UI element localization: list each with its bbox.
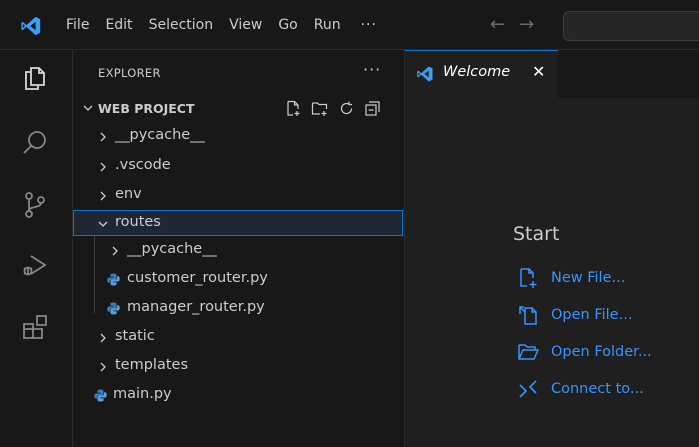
explorer-more-button[interactable]: ···	[363, 60, 381, 79]
forward-arrow-icon[interactable]: →	[519, 14, 534, 35]
tree-item-label: customer_router.py	[127, 270, 268, 286]
new-folder-icon[interactable]	[311, 100, 329, 117]
command-center-search[interactable]	[563, 11, 699, 41]
navigation-arrows: ← →	[490, 14, 534, 35]
remote-connect-icon	[519, 380, 537, 398]
tab-welcome[interactable]: Welcome ✕	[405, 50, 558, 98]
source-control-icon[interactable]	[20, 190, 50, 220]
chevron-down-icon	[98, 221, 108, 227]
tree-item-label: __pycache__	[127, 241, 217, 257]
menu-file[interactable]: File	[66, 17, 89, 33]
open-folder-link[interactable]: Open Folder...	[517, 339, 652, 365]
editor-tab-bar: Welcome ✕	[405, 50, 699, 98]
section-actions	[285, 100, 381, 117]
tree-file-main[interactable]: main.py	[73, 383, 403, 409]
title-bar: File Edit Selection View Go Run ··· ← →	[0, 0, 699, 50]
tree-folder-routes-pycache[interactable]: __pycache__	[73, 238, 403, 264]
menu-run[interactable]: Run	[314, 17, 341, 33]
explorer-icon[interactable]	[20, 62, 50, 92]
chevron-right-icon	[100, 333, 106, 343]
open-file-label: Open File...	[551, 307, 633, 323]
menu-bar: File Edit Selection View Go Run ···	[66, 0, 393, 50]
tree-folder-static[interactable]: static	[73, 325, 403, 351]
new-file-link[interactable]: New File...	[517, 265, 625, 291]
chevron-down-icon	[83, 105, 93, 111]
activity-bar	[0, 50, 73, 447]
close-icon[interactable]: ✕	[532, 62, 545, 81]
open-file-link[interactable]: Open File...	[517, 302, 632, 328]
tree-item-label: main.py	[113, 386, 172, 402]
menu-go[interactable]: Go	[278, 17, 297, 33]
tree-folder-templates[interactable]: templates	[73, 354, 403, 380]
tree-folder-vscode[interactable]: .vscode	[73, 154, 403, 180]
workspace-section-header[interactable]: WEB PROJECT	[73, 98, 403, 122]
python-file-icon	[107, 273, 120, 286]
tree-item-label: .vscode	[115, 157, 171, 173]
refresh-icon[interactable]	[338, 100, 355, 117]
welcome-editor: Start New File... Open File... Open Fold…	[405, 98, 699, 447]
open-folder-icon	[518, 344, 539, 360]
tree-folder-routes[interactable]: routes	[73, 210, 403, 236]
tree-item-label: env	[115, 186, 142, 202]
tree-item-label: templates	[115, 357, 189, 373]
tree-file-manager-router[interactable]: manager_router.py	[73, 296, 403, 322]
tree-item-label: manager_router.py	[127, 299, 265, 315]
tab-label: Welcome	[443, 64, 511, 80]
chevron-right-icon	[100, 191, 106, 201]
collapse-all-icon[interactable]	[364, 100, 381, 117]
chevron-right-icon	[100, 132, 106, 142]
tree-folder-pycache[interactable]: __pycache__	[73, 124, 403, 150]
menu-edit[interactable]: Edit	[105, 17, 132, 33]
new-file-icon	[520, 268, 537, 288]
chevron-right-icon	[100, 362, 106, 372]
vscode-logo-icon	[417, 66, 433, 82]
menu-more[interactable]: ···	[361, 17, 377, 33]
chevron-right-icon	[112, 246, 118, 256]
workspace-label: WEB PROJECT	[98, 101, 195, 116]
python-file-icon	[94, 389, 107, 402]
new-file-label: New File...	[551, 270, 626, 286]
menu-view[interactable]: View	[229, 17, 262, 33]
tree-item-label: static	[115, 328, 155, 344]
vscode-logo-icon	[21, 16, 41, 36]
open-folder-label: Open Folder...	[551, 344, 652, 360]
explorer-sidebar: EXPLORER ··· WEB PROJECT __pycache__ .vs…	[73, 50, 405, 447]
connect-to-link[interactable]: Connect to...	[517, 376, 644, 402]
back-arrow-icon[interactable]: ←	[490, 14, 505, 35]
python-file-icon	[107, 302, 120, 315]
new-file-icon[interactable]	[285, 100, 302, 117]
menu-selection[interactable]: Selection	[149, 17, 214, 33]
explorer-title: EXPLORER	[98, 66, 161, 80]
run-debug-icon[interactable]	[20, 250, 50, 280]
tree-folder-env[interactable]: env	[73, 183, 403, 209]
search-icon[interactable]	[20, 128, 50, 158]
connect-to-label: Connect to...	[551, 381, 644, 397]
start-heading: Start	[513, 223, 560, 245]
open-file-icon	[519, 306, 537, 325]
tree-item-label: routes	[115, 214, 161, 230]
tree-item-label: __pycache__	[115, 127, 205, 143]
tree-file-customer-router[interactable]: customer_router.py	[73, 267, 403, 293]
extensions-icon[interactable]	[20, 312, 50, 342]
chevron-right-icon	[100, 162, 106, 172]
